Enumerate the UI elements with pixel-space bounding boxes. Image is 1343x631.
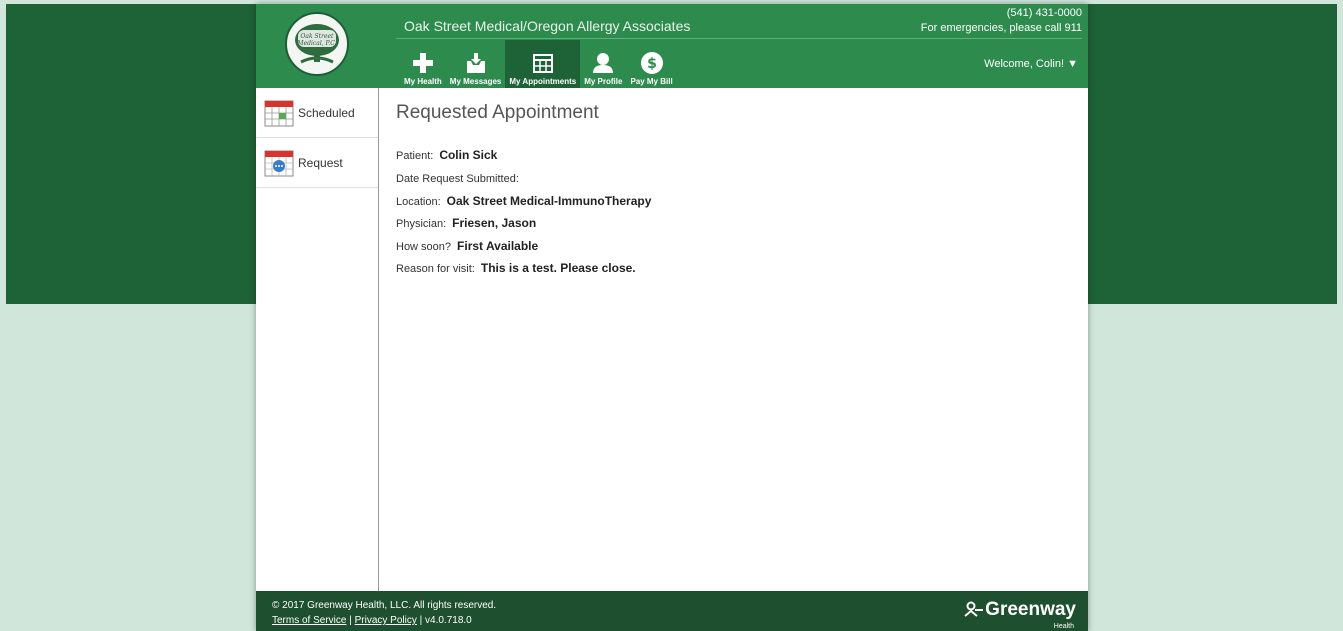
reason-field: Reason for visit: This is a test. Please … <box>396 261 636 275</box>
field-value: This is a test. Please close. <box>480 261 636 275</box>
nav-label: My Profile <box>584 77 623 86</box>
nav-label: Pay My Bill <box>630 77 673 86</box>
person-icon <box>593 53 614 73</box>
logo-text-line1: Oak Street <box>301 33 335 40</box>
practice-logo: Oak Street Medical, P.C. <box>285 12 349 76</box>
privacy-link[interactable]: Privacy Policy <box>355 615 417 626</box>
field-label: Patient: <box>396 150 434 162</box>
header: Oak Street Medical, P.C. Oak Street Medi… <box>256 4 1088 88</box>
date-submitted-field: Date Request Submitted: <box>396 171 525 185</box>
logo-area[interactable]: Oak Street Medical, P.C. <box>256 4 378 88</box>
svg-text:$: $ <box>647 56 657 72</box>
nav-my-appointments[interactable]: My Appointments <box>505 40 581 88</box>
physician-field: Physician: Friesen, Jason <box>396 216 536 230</box>
footer: © 2017 Greenway Health, LLC. All rights … <box>256 591 1088 631</box>
footer-copy: © 2017 Greenway Health, LLC. All rights … <box>272 600 497 626</box>
nav-my-messages[interactable]: My Messages <box>446 40 506 88</box>
copyright-text: © 2017 Greenway Health, LLC. All rights … <box>272 600 497 611</box>
practice-name: Oak Street Medical/Oregon Allergy Associ… <box>404 18 691 34</box>
plus-icon <box>412 53 433 73</box>
calendar-grid-icon <box>532 54 553 73</box>
portal-window: Oak Street Medical, P.C. Oak Street Medi… <box>256 4 1088 631</box>
field-value: First Available <box>457 239 539 253</box>
phone-number: (541) 431-0000 <box>1006 7 1082 19</box>
user-menu[interactable]: Welcome, Colin! ▼ <box>984 58 1078 70</box>
location-field: Location: Oak Street Medical-ImmunoTherap… <box>396 194 651 208</box>
emergency-note: For emergencies, please call 911 <box>920 22 1082 34</box>
how-soon-field: How soon? First Available <box>396 239 538 253</box>
field-label: Reason for visit: <box>396 263 475 275</box>
terms-link[interactable]: Terms of Service <box>272 615 346 626</box>
dollar-icon: $ <box>640 52 663 74</box>
logo-text-line2: Medical, P.C. <box>296 40 336 47</box>
greenway-brand: Greenway <box>985 599 1076 620</box>
version-text: | v4.0.718.0 <box>419 615 472 626</box>
caret-down-icon: ▼ <box>1067 58 1078 70</box>
greenway-sub: Health <box>1053 623 1074 630</box>
welcome-text: Welcome, Colin! <box>984 58 1065 70</box>
inbox-icon <box>466 53 485 73</box>
greenway-logo: Greenway Health <box>963 599 1076 630</box>
sidebar-item-label: Scheduled <box>298 105 355 120</box>
nav-label: My Health <box>404 77 442 86</box>
sidebar-item-scheduled[interactable]: Scheduled <box>256 88 378 138</box>
field-value: Oak Street Medical-ImmunoTherapy <box>446 194 652 208</box>
main-content: Requested Appointment Patient: Colin Sick… <box>396 88 1076 591</box>
field-value: Friesen, Jason <box>452 216 537 230</box>
calendar-icon <box>264 100 294 126</box>
patient-field: Patient: Colin Sick <box>396 148 497 162</box>
main-nav: My Health My Messages My Appointments My… <box>400 40 677 88</box>
field-label: How soon? <box>396 241 452 253</box>
greenway-mark-icon <box>964 601 984 617</box>
field-label: Location: <box>396 196 441 208</box>
nav-my-profile[interactable]: My Profile <box>580 40 626 88</box>
nav-my-health[interactable]: My Health <box>400 40 446 88</box>
nav-label: My Appointments <box>509 77 577 86</box>
calendar-request-icon <box>264 150 294 176</box>
field-value: Colin Sick <box>439 148 498 162</box>
sidebar-item-request[interactable]: Request <box>256 138 378 188</box>
header-divider <box>396 38 1082 39</box>
sidebar-item-label: Request <box>298 155 343 170</box>
field-label: Physician: <box>396 218 447 230</box>
nav-label: My Messages <box>449 77 502 86</box>
sidebar: Scheduled Request <box>256 88 379 591</box>
page-title: Requested Appointment <box>396 102 599 123</box>
nav-pay-my-bill[interactable]: $ Pay My Bill <box>626 40 676 88</box>
contact-info: (541) 431-0000 For emergencies, please c… <box>921 6 1082 36</box>
field-label: Date Request Submitted: <box>396 173 519 185</box>
